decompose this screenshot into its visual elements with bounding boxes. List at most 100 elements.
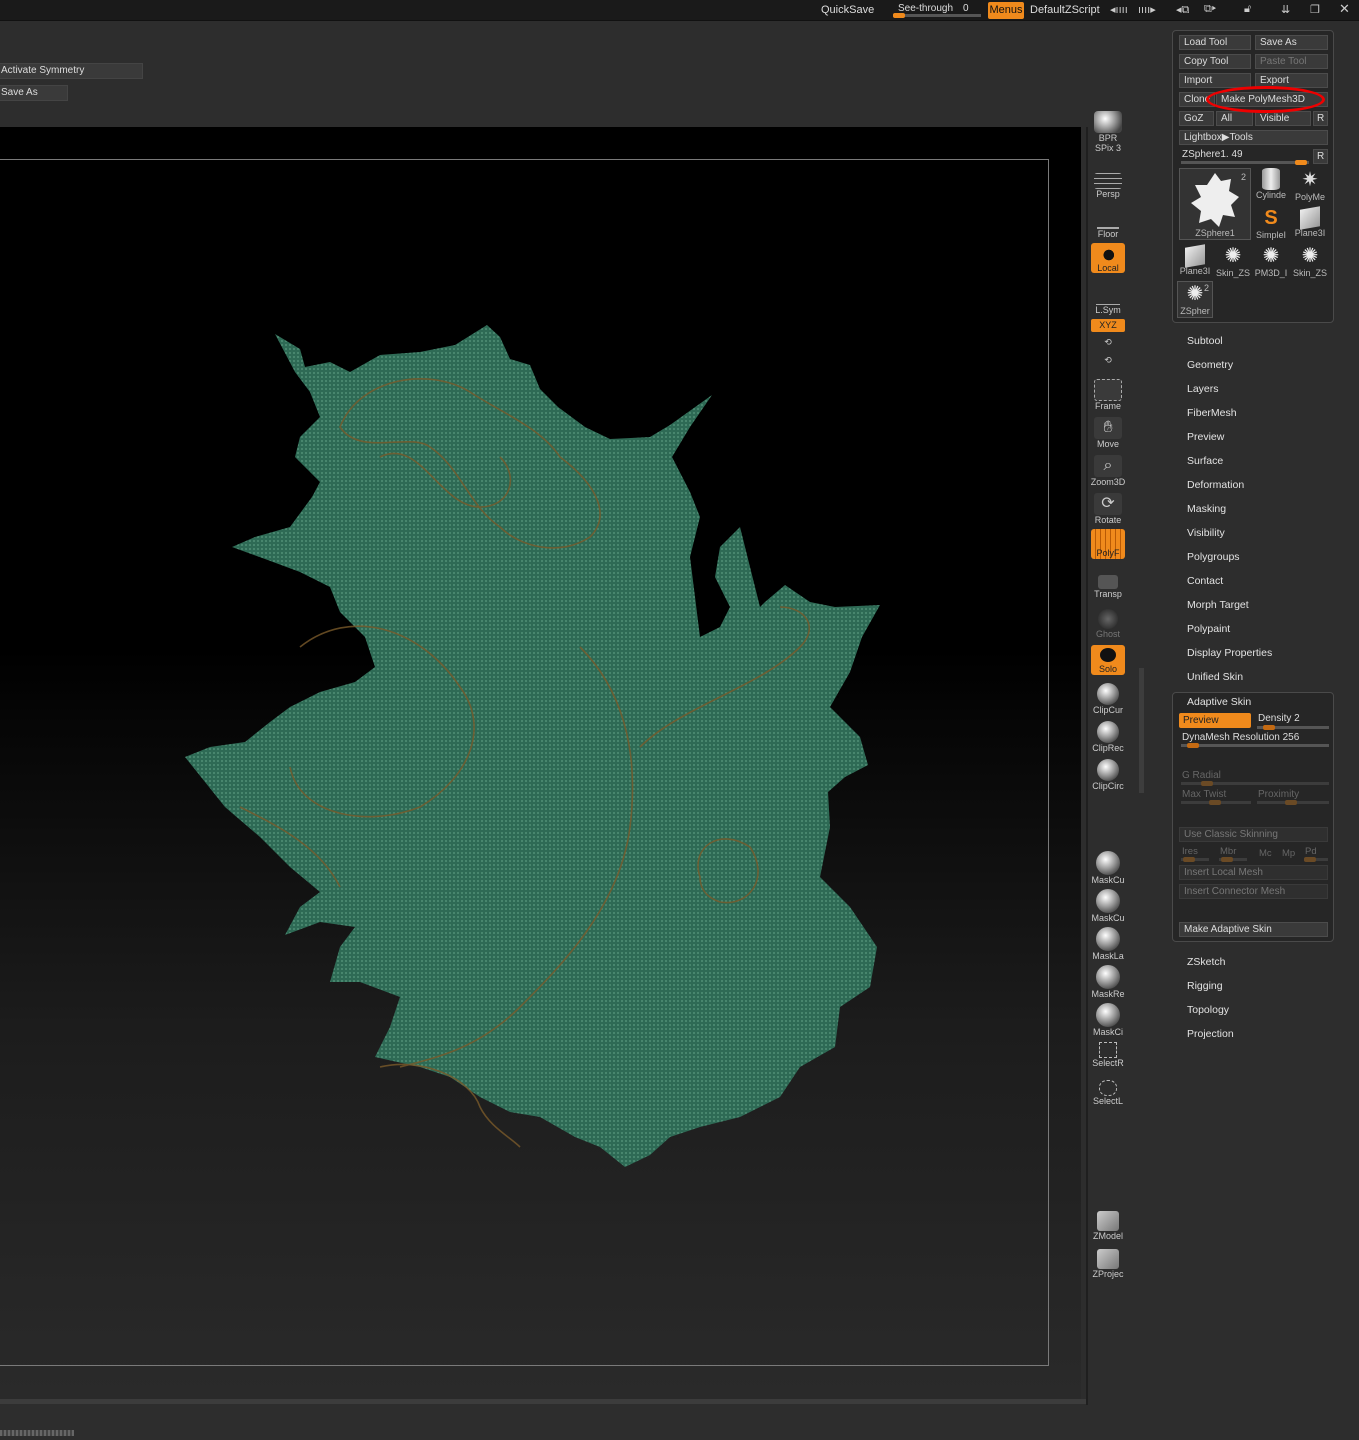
- mc-label[interactable]: Mc: [1259, 848, 1272, 859]
- masklasso-button[interactable]: MaskLa: [1090, 925, 1126, 961]
- menu-layers[interactable]: Layers: [1187, 383, 1219, 395]
- zproject-button[interactable]: ZProjec: [1090, 1247, 1126, 1281]
- insert-connector-mesh-button[interactable]: Insert Connector Mesh: [1179, 884, 1328, 899]
- menu-deformation[interactable]: Deformation: [1187, 479, 1244, 491]
- rotate-button[interactable]: ⟳ Rotate: [1090, 491, 1126, 525]
- layout-prev-icon[interactable]: ◂⧉: [1176, 3, 1189, 17]
- rewind-icon[interactable]: ◂ıııı: [1110, 3, 1128, 16]
- maskrect-button[interactable]: MaskRe: [1090, 963, 1126, 999]
- thumb-zsphere1[interactable]: 2 ZSphere1: [1179, 168, 1251, 240]
- zscript-button[interactable]: DefaultZScript: [1030, 4, 1100, 16]
- thumb-cylinder[interactable]: Cylinde: [1253, 168, 1289, 204]
- goz-r-button[interactable]: R: [1313, 111, 1328, 126]
- menus-toggle[interactable]: Menus: [988, 2, 1024, 19]
- menu-surface[interactable]: Surface: [1187, 455, 1223, 467]
- quicksave-button[interactable]: QuickSave: [821, 4, 874, 16]
- minimize-icon[interactable]: ⇊: [1281, 3, 1290, 16]
- thumb-polymesh[interactable]: ✷ PolyMe: [1291, 168, 1329, 204]
- lsym-button[interactable]: L.Sym: [1090, 287, 1126, 321]
- clipcirc-button[interactable]: ClipCirc: [1090, 757, 1126, 791]
- tool-r-button[interactable]: R: [1313, 149, 1328, 164]
- menu-polygroups[interactable]: Polygroups: [1187, 551, 1240, 563]
- copy-tool-button[interactable]: Copy Tool: [1179, 54, 1251, 69]
- zmodeler-button[interactable]: ZModel: [1090, 1209, 1126, 1243]
- rotate-y-icon[interactable]: ⟲: [1090, 337, 1126, 349]
- lock-icon[interactable]: 🔓︎: [1244, 3, 1251, 16]
- bottom-scroll-handle[interactable]: [0, 1430, 74, 1436]
- restore-icon[interactable]: ❐: [1310, 3, 1320, 16]
- layout-next-icon[interactable]: ⧉▸: [1204, 3, 1216, 16]
- selectrect-button[interactable]: SelectR: [1090, 1039, 1126, 1073]
- menu-projection[interactable]: Projection: [1187, 1028, 1234, 1040]
- menu-fibermesh[interactable]: FiberMesh: [1187, 407, 1237, 419]
- zoom3d-button[interactable]: ⌕ Zoom3D: [1090, 453, 1126, 487]
- goz-button[interactable]: GoZ: [1179, 111, 1214, 126]
- thumb-plane3d-a[interactable]: Plane3I: [1291, 206, 1329, 242]
- maskcurvepen-button[interactable]: MaskCu: [1090, 887, 1126, 923]
- seethrough-slider[interactable]: [893, 13, 981, 18]
- menu-zsketch[interactable]: ZSketch: [1187, 956, 1226, 968]
- menu-geometry[interactable]: Geometry: [1187, 359, 1233, 371]
- menu-contact[interactable]: Contact: [1187, 575, 1223, 587]
- mbr-slider[interactable]: [1219, 857, 1247, 862]
- menu-display-properties[interactable]: Display Properties: [1187, 647, 1272, 659]
- persp-button[interactable]: Persp: [1090, 169, 1126, 203]
- import-button[interactable]: Import: [1179, 73, 1251, 88]
- transp-button[interactable]: Transp: [1090, 569, 1126, 603]
- goz-all-button[interactable]: All: [1216, 111, 1253, 126]
- thumb-skin-b[interactable]: ✺ Skin_ZS: [1291, 244, 1329, 280]
- maskcurve-button[interactable]: MaskCu: [1090, 849, 1126, 885]
- cliprec-button[interactable]: ClipRec: [1090, 719, 1126, 753]
- menu-topology[interactable]: Topology: [1187, 1004, 1229, 1016]
- ghost-button[interactable]: Ghost: [1090, 607, 1126, 641]
- save-as-tool-button[interactable]: Save As: [1255, 35, 1328, 50]
- menu-polypaint[interactable]: Polypaint: [1187, 623, 1230, 635]
- menu-unified-skin[interactable]: Unified Skin: [1187, 671, 1243, 683]
- bpr-button[interactable]: BPR SPix 3: [1090, 109, 1126, 153]
- proximity-slider[interactable]: [1257, 800, 1329, 805]
- frame-button[interactable]: Frame: [1090, 377, 1126, 411]
- thumb-pm3d[interactable]: ✺ PM3D_I: [1253, 244, 1289, 280]
- thumb-plane3d-b[interactable]: Plane3I: [1177, 244, 1213, 280]
- insert-local-mesh-button[interactable]: Insert Local Mesh: [1179, 865, 1328, 880]
- selectlasso-button[interactable]: SelectL: [1090, 1077, 1126, 1111]
- menu-preview[interactable]: Preview: [1187, 431, 1224, 443]
- preview-toggle[interactable]: Preview: [1179, 713, 1251, 728]
- activate-symmetry-button[interactable]: Activate Symmetry: [0, 63, 143, 79]
- tool-slider[interactable]: [1181, 160, 1309, 165]
- mp-label[interactable]: Mp: [1282, 848, 1295, 859]
- thumb-zsphere-small[interactable]: 2 ✺ ZSpher: [1177, 281, 1213, 318]
- polyf-button[interactable]: PolyF: [1090, 527, 1126, 561]
- rotate-z-icon[interactable]: ⟲: [1090, 355, 1126, 367]
- lightbox-tools-button[interactable]: Lightbox▶Tools: [1179, 130, 1328, 145]
- menu-masking[interactable]: Masking: [1187, 503, 1226, 515]
- g-radial-slider[interactable]: [1181, 781, 1329, 786]
- ires-slider[interactable]: [1181, 857, 1209, 862]
- maskcircle-button[interactable]: MaskCi: [1090, 1001, 1126, 1037]
- panel-scrollbar[interactable]: [1139, 668, 1144, 793]
- menu-visibility[interactable]: Visibility: [1187, 527, 1225, 539]
- save-as-button[interactable]: Save As: [0, 85, 68, 101]
- max-twist-slider[interactable]: [1181, 800, 1251, 805]
- thumb-simplebrush[interactable]: S SimpleI: [1253, 206, 1289, 242]
- close-icon[interactable]: ✕: [1339, 1, 1350, 17]
- thumb-skin-a[interactable]: ✺ Skin_ZS: [1215, 244, 1251, 280]
- pd-slider[interactable]: [1304, 857, 1328, 862]
- floor-button[interactable]: Floor: [1090, 205, 1126, 239]
- move-button[interactable]: ✋︎ Move: [1090, 415, 1126, 449]
- adaptive-skin-title[interactable]: Adaptive Skin: [1187, 696, 1251, 708]
- forward-icon[interactable]: ıııı▸: [1138, 3, 1156, 16]
- paste-tool-button[interactable]: Paste Tool: [1255, 54, 1328, 69]
- xyz-button[interactable]: XYZ: [1090, 319, 1126, 333]
- maskcircle-icon: [1096, 1003, 1120, 1027]
- load-tool-button[interactable]: Load Tool: [1179, 35, 1251, 50]
- density-slider[interactable]: [1257, 725, 1329, 730]
- menu-subtool[interactable]: Subtool: [1187, 335, 1223, 347]
- dynamesh-resolution-slider[interactable]: [1181, 743, 1329, 748]
- goz-visible-button[interactable]: Visible: [1255, 111, 1311, 126]
- use-classic-skinning-button[interactable]: Use Classic Skinning: [1179, 827, 1328, 842]
- clipcur-button[interactable]: ClipCur: [1090, 681, 1126, 715]
- make-adaptive-skin-button[interactable]: Make Adaptive Skin: [1179, 922, 1328, 937]
- menu-morph-target[interactable]: Morph Target: [1187, 599, 1249, 611]
- menu-rigging[interactable]: Rigging: [1187, 980, 1223, 992]
